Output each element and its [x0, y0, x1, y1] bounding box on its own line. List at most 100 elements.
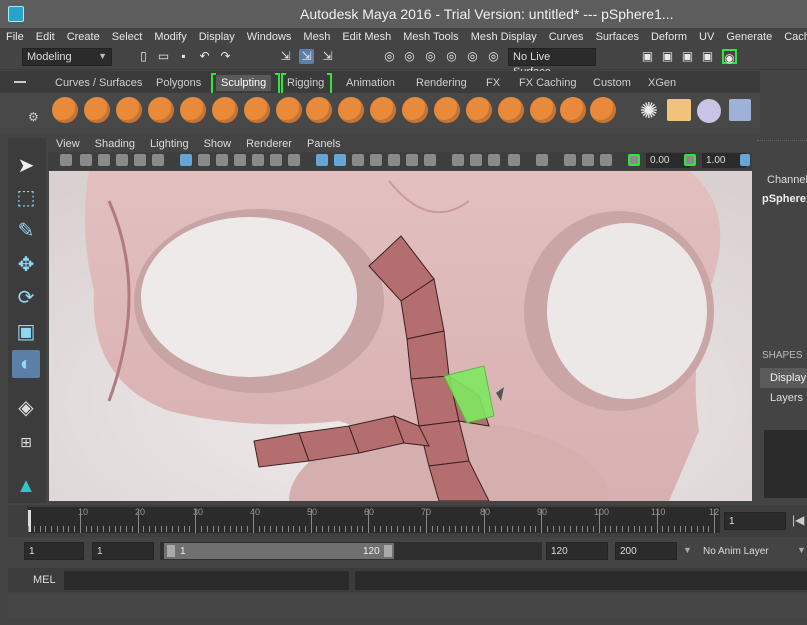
depth-of-field-icon[interactable]	[488, 154, 500, 166]
paint-select-tool-icon[interactable]: ✎	[12, 217, 40, 245]
redo-icon[interactable]: ↷	[218, 49, 233, 64]
snap-pivot-icon[interactable]: ◎	[486, 49, 501, 64]
scrape-tool-icon[interactable]	[402, 97, 428, 123]
smear-tool-icon[interactable]	[498, 97, 524, 123]
viewport-menu-panels[interactable]: Panels	[299, 138, 348, 150]
select-tool-icon[interactable]: ➤	[12, 152, 40, 180]
viewport-menu-show[interactable]: Show	[196, 138, 239, 150]
attribute-editor-icon[interactable]	[729, 99, 751, 121]
tab-fx-caching[interactable]: FX Caching	[519, 75, 576, 91]
camera-attributes-icon[interactable]	[80, 154, 92, 166]
viewport-menu-renderer[interactable]: Renderer	[238, 138, 299, 150]
select-component-icon[interactable]: ⇲	[320, 49, 335, 64]
knife-tool-icon[interactable]	[466, 97, 492, 123]
live-surface-field[interactable]: No Live Surface	[508, 48, 596, 78]
scale-tool-icon[interactable]: ▣	[12, 318, 40, 346]
command-input[interactable]	[64, 571, 349, 590]
tab-animation[interactable]: Animation	[346, 75, 395, 91]
snap-curve-icon[interactable]: ◎	[402, 49, 417, 64]
xray-joints-icon[interactable]	[582, 154, 594, 166]
backface-culling-icon[interactable]	[600, 154, 612, 166]
convert-to-frozen-icon[interactable]: ✺	[637, 99, 661, 123]
xray-icon[interactable]	[536, 154, 548, 166]
render-view-icon[interactable]: ▣	[640, 49, 655, 64]
fill-tool-icon[interactable]	[434, 97, 460, 123]
mode-dropdown[interactable]: Modeling ▼	[22, 48, 112, 66]
playback-start-field[interactable]: 1	[92, 542, 154, 560]
sculpt-tool-icon[interactable]	[52, 97, 78, 123]
menu-file[interactable]: File	[0, 31, 30, 43]
wax-tool-icon[interactable]	[370, 97, 396, 123]
tab-rendering[interactable]: Rendering	[416, 75, 467, 91]
tab-curves-surfaces[interactable]: Curves / Surfaces	[55, 75, 142, 91]
panel-grip[interactable]	[757, 140, 807, 147]
menu-curves[interactable]: Curves	[543, 31, 590, 43]
open-scene-icon[interactable]: ▭	[156, 49, 171, 64]
select-camera-icon[interactable]	[60, 154, 72, 166]
menu-edit[interactable]: Edit	[30, 31, 61, 43]
current-frame-field[interactable]: 1	[724, 512, 786, 530]
layer-list[interactable]	[764, 430, 807, 498]
single-perspective-layout-icon[interactable]: ◈	[12, 394, 40, 422]
exposure-icon[interactable]	[628, 154, 640, 166]
film-gate-icon[interactable]	[198, 154, 210, 166]
gate-mask-icon[interactable]	[234, 154, 246, 166]
range-start-handle[interactable]	[167, 545, 175, 557]
material-icon[interactable]	[697, 99, 721, 123]
move-tool-icon[interactable]: ✥	[12, 251, 40, 279]
range-end-handle[interactable]	[384, 545, 392, 557]
render-current-frame-icon[interactable]: ▣	[660, 49, 675, 64]
safe-action-icon[interactable]	[270, 154, 282, 166]
menu-mesh[interactable]: Mesh	[297, 31, 336, 43]
textured-icon[interactable]	[370, 154, 382, 166]
menu-uv[interactable]: UV	[693, 31, 720, 43]
viewport-menu-lighting[interactable]: Lighting	[142, 138, 196, 150]
go-to-start-icon[interactable]: |◀	[792, 513, 804, 527]
repeat-tool-icon[interactable]	[306, 97, 332, 123]
color-management-icon[interactable]	[740, 154, 750, 166]
snap-surface-icon[interactable]: ◎	[465, 49, 480, 64]
menu-mesh-display[interactable]: Mesh Display	[465, 31, 543, 43]
grid-icon[interactable]	[180, 154, 192, 166]
tab-custom[interactable]: Custom	[593, 75, 631, 91]
tab-fx[interactable]: FX	[486, 75, 500, 91]
four-view-layout-icon[interactable]: ⊞	[12, 428, 40, 456]
hypershade-icon[interactable]: ◉	[722, 49, 737, 65]
anti-aliasing-icon[interactable]	[470, 154, 482, 166]
viewport-menu-shading[interactable]: Shading	[87, 138, 142, 150]
use-all-lights-icon[interactable]	[388, 154, 400, 166]
mel-label[interactable]: MEL	[33, 574, 56, 586]
menu-cache[interactable]: Cache	[778, 31, 807, 43]
smooth-tool-icon[interactable]	[84, 97, 110, 123]
snap-grid-icon[interactable]: ◎	[382, 49, 397, 64]
range-slider-fill[interactable]	[164, 543, 394, 559]
relax-tool-icon[interactable]	[116, 97, 142, 123]
perspective-viewport[interactable]	[49, 171, 752, 501]
shelf-gear-icon[interactable]: ⚙	[28, 110, 39, 124]
grab-tool-icon[interactable]	[148, 97, 174, 123]
new-scene-icon[interactable]: ▯	[136, 49, 151, 64]
snap-view-icon[interactable]: ◎	[444, 49, 459, 64]
anim-layer-label[interactable]: No Anim Layer	[703, 546, 769, 557]
menu-mesh-tools[interactable]: Mesh Tools	[397, 31, 464, 43]
spray-tool-icon[interactable]	[276, 97, 302, 123]
grease-pencil-icon[interactable]	[152, 154, 164, 166]
shadows-icon[interactable]	[406, 154, 418, 166]
bulge-tool-icon[interactable]	[530, 97, 556, 123]
select-hierarchy-icon[interactable]: ⇲	[278, 49, 293, 64]
freeze-tool-icon[interactable]	[590, 97, 616, 123]
wireframe-icon[interactable]	[316, 154, 328, 166]
rotate-tool-icon[interactable]: ⟳	[12, 284, 40, 312]
two-d-pan-icon[interactable]	[134, 154, 146, 166]
object-name[interactable]: pSphere1	[762, 193, 807, 205]
xray-active-icon[interactable]	[564, 154, 576, 166]
menu-windows[interactable]: Windows	[241, 31, 298, 43]
layers-menu[interactable]: Layers	[770, 392, 803, 404]
smooth-shade-icon[interactable]	[334, 154, 346, 166]
shelf-menu-icon[interactable]	[14, 81, 26, 83]
motion-blur-icon[interactable]	[452, 154, 464, 166]
viewport-menu-view[interactable]: View	[48, 138, 87, 150]
wireframe-on-shaded-icon[interactable]	[352, 154, 364, 166]
menu-deform[interactable]: Deform	[645, 31, 693, 43]
menu-generate[interactable]: Generate	[720, 31, 778, 43]
